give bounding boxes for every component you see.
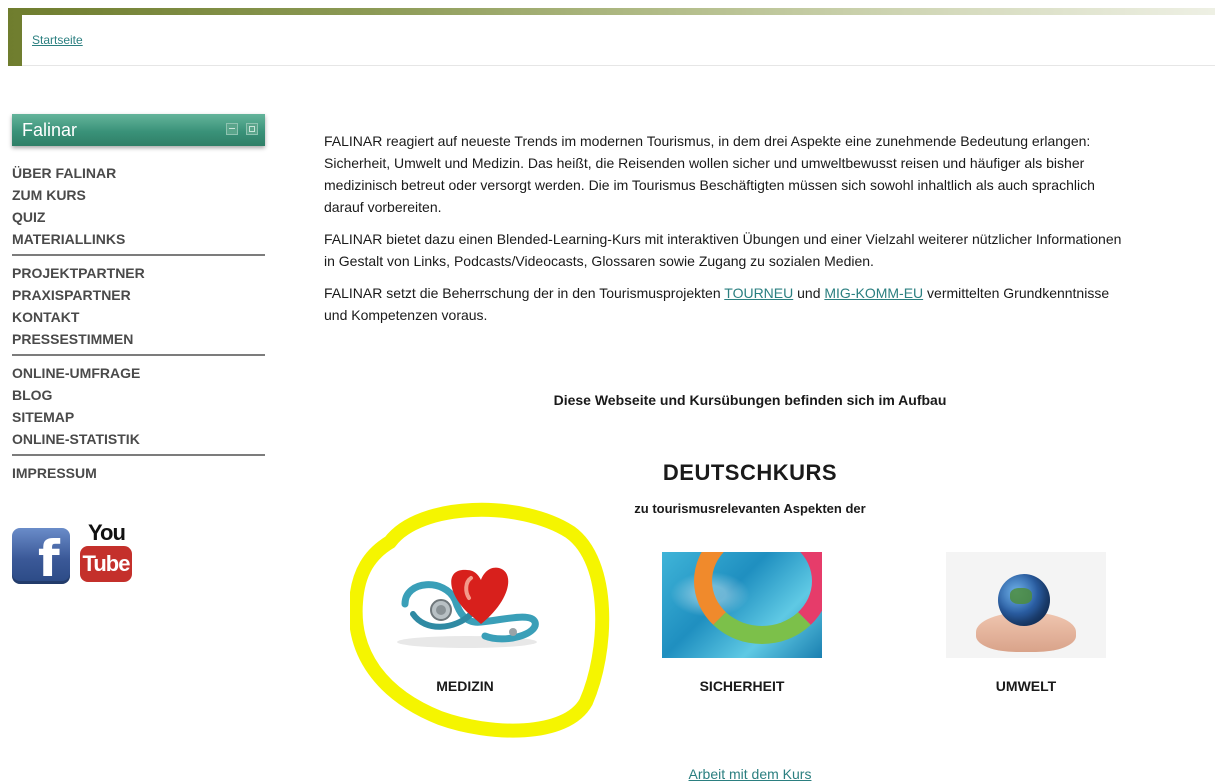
intro-paragraph-1: FALINAR reagiert auf neueste Trends im m… <box>324 133 1095 215</box>
sidebar-item-blog[interactable]: BLOG <box>12 384 265 406</box>
tourneu-link[interactable]: TOURNEU <box>724 285 793 301</box>
course-label-umwelt[interactable]: UMWELT <box>946 678 1106 694</box>
intro-paragraph-2: FALINAR bietet dazu einen Blended-Learni… <box>324 231 1122 269</box>
breadcrumb-bar: Startseite <box>22 15 1215 66</box>
minimize-icon[interactable] <box>226 123 238 135</box>
course-sicherheit[interactable]: SICHERHEIT <box>662 552 822 694</box>
arbeit-mit-dem-kurs-link[interactable]: Arbeit mit dem Kurs <box>689 766 812 782</box>
swim-ring-graphic <box>694 552 822 644</box>
intro-paragraph-3: FALINAR setzt die Beherrschung der in de… <box>324 282 1124 326</box>
main-content: FALINAR reagiert auf neueste Trends im m… <box>324 130 1124 336</box>
facebook-glyph: f <box>38 530 60 588</box>
umwelt-image[interactable] <box>946 552 1106 658</box>
globe-icon <box>998 574 1050 626</box>
sidebar-item-praxispartner[interactable]: PRAXISPARTNER <box>12 284 265 306</box>
top-banner: Startseite <box>8 8 1215 66</box>
sidebar-title: Falinar <box>22 120 78 140</box>
youtube-you-text: You <box>88 520 126 545</box>
sidebar-item-quiz[interactable]: QUIZ <box>12 206 265 228</box>
sidebar-group-4: IMPRESSUM <box>12 456 265 488</box>
course-umwelt[interactable]: UMWELT <box>946 552 1106 694</box>
sidebar-group-1: ÜBER FALINAR ZUM KURS QUIZ MATERIALLINKS <box>12 146 265 256</box>
sidebar-group-2: PROJEKTPARTNER PRAXISPARTNER KONTAKT PRE… <box>12 256 265 356</box>
sidebar-item-zum-kurs[interactable]: ZUM KURS <box>12 184 265 206</box>
sicherheit-image[interactable] <box>662 552 822 658</box>
restore-icon[interactable] <box>246 123 258 135</box>
course-label-medizin[interactable]: MEDIZIN <box>385 678 545 694</box>
sidebar-item-kontakt[interactable]: KONTAKT <box>12 306 265 328</box>
p3-text-mid: und <box>793 285 825 301</box>
construction-notice: Diese Webseite und Kursübungen befinden … <box>553 392 947 408</box>
sidebar-item-sitemap[interactable]: SITEMAP <box>12 406 265 428</box>
course-title: DEUTSCHKURS <box>662 460 838 485</box>
medizin-image[interactable] <box>385 552 545 658</box>
breadcrumb-home-link[interactable]: Startseite <box>32 33 83 47</box>
sidebar-item-pressestimmen[interactable]: PRESSESTIMMEN <box>12 328 265 350</box>
youtube-tube-text: Tube <box>80 546 132 582</box>
sidebar-item-ueber-falinar[interactable]: ÜBER FALINAR <box>12 162 265 184</box>
facebook-icon[interactable]: f <box>12 528 70 584</box>
sidebar-header: Falinar <box>12 114 265 146</box>
youtube-icon[interactable]: You Tube <box>80 520 132 584</box>
p3-text-before: FALINAR setzt die Beherrschung der in de… <box>324 285 725 301</box>
sidebar-item-projektpartner[interactable]: PROJEKTPARTNER <box>12 262 265 284</box>
sidebar-item-online-statistik[interactable]: ONLINE-STATISTIK <box>12 428 265 450</box>
sidebar-item-impressum[interactable]: IMPRESSUM <box>12 462 265 484</box>
course-label-sicherheit[interactable]: SICHERHEIT <box>662 678 822 694</box>
sidebar-group-3: ONLINE-UMFRAGE BLOG SITEMAP ONLINE-STATI… <box>12 356 265 456</box>
sidebar: Falinar ÜBER FALINAR ZUM KURS QUIZ MATER… <box>12 114 265 488</box>
course-medizin[interactable]: MEDIZIN <box>385 552 545 694</box>
mig-komm-eu-link[interactable]: MIG-KOMM-EU <box>824 285 923 301</box>
footer-link-wrap: Arbeit mit dem Kurs <box>320 766 1180 782</box>
sidebar-item-materiallinks[interactable]: MATERIALLINKS <box>12 228 265 250</box>
sidebar-item-online-umfrage[interactable]: ONLINE-UMFRAGE <box>12 362 265 384</box>
course-subtitle: zu tourismusrelevanten Aspekten der <box>634 501 866 516</box>
